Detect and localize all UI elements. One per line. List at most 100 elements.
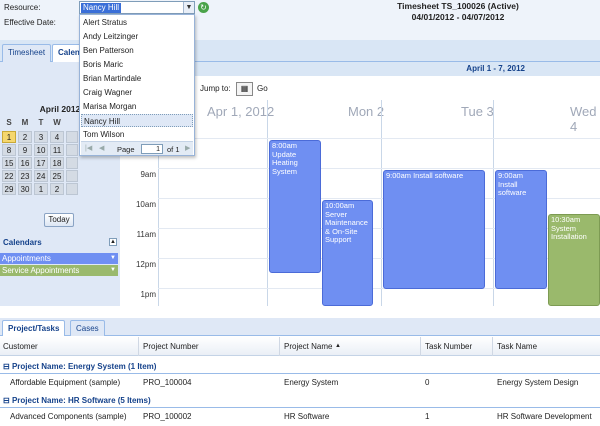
cell-task-name: HR Software Development (497, 412, 592, 421)
dropdown-item[interactable]: Alert Stratus (81, 16, 193, 29)
dropdown-item[interactable]: Andy Leitzinger (81, 30, 193, 43)
mini-calendar-day[interactable]: 30 (18, 183, 32, 195)
time-label: 1pm (140, 290, 156, 299)
cell-customer: Advanced Components (sample) (10, 412, 127, 421)
column-divider (267, 100, 268, 306)
collapse-icon[interactable]: ▲ (109, 238, 117, 246)
mini-calendar-day[interactable]: 15 (2, 157, 16, 169)
resource-label: Resource: (4, 3, 41, 12)
weekday-header: T (38, 118, 44, 127)
day-header-tue[interactable]: Tue 3 (461, 104, 494, 119)
mini-calendar-day[interactable] (66, 183, 78, 195)
column-header-project-number[interactable]: Project Number (143, 342, 199, 351)
tab-timesheet[interactable]: Timesheet (2, 44, 52, 62)
mini-calendar-day[interactable] (66, 144, 78, 156)
collapse-icon[interactable]: ⊟ (3, 396, 12, 405)
event-update-heating-system[interactable]: 8:00am Update Heating System (269, 140, 321, 273)
mini-calendar-day[interactable]: 9 (18, 144, 32, 156)
day-header-mon[interactable]: Mon 2 (348, 104, 384, 119)
date-picker-icon[interactable]: ▦ (236, 82, 253, 96)
resource-select-value: Nancy Hill (81, 3, 122, 13)
resource-select[interactable]: Nancy Hill ▼ (79, 1, 195, 14)
tab-project-tasks[interactable]: Project/Tasks (2, 320, 66, 336)
bottom-tabstrip: Project/Tasks Cases (0, 318, 600, 336)
cell-task-number: 1 (425, 412, 430, 421)
mini-calendar-day[interactable] (66, 131, 78, 143)
dropdown-item[interactable]: Tom Wilson (81, 128, 193, 141)
cell-customer: Affordable Equipment (sample) (10, 378, 121, 387)
mini-calendar-day[interactable]: 11 (50, 144, 64, 156)
first-page-icon[interactable]: |◀ (85, 144, 93, 153)
column-header-task-name[interactable]: Task Name (497, 342, 537, 351)
mini-calendar-day[interactable]: 8 (2, 144, 16, 156)
calendar-item-service-appointments[interactable]: Service Appointments ▼ (0, 265, 118, 276)
hour-line (158, 138, 600, 139)
mini-calendar-day[interactable]: 2 (50, 183, 64, 195)
mini-calendar-day[interactable]: 1 (34, 183, 48, 195)
weekday-header: S (6, 118, 12, 127)
dropdown-item[interactable]: Craig Wagner (81, 86, 193, 99)
chevron-down-icon[interactable]: ▼ (183, 2, 194, 13)
group-row-energy-system[interactable]: ⊟ Project Name: Energy System (1 Item) (0, 360, 600, 374)
day-header-sun[interactable]: Apr 1, 2012 (207, 104, 274, 119)
mini-calendar-day[interactable]: 29 (2, 183, 16, 195)
dropdown-item-selected[interactable]: Nancy Hill (81, 114, 193, 127)
time-label: 11am (136, 230, 156, 239)
sort-ascending-icon: ▲ (335, 343, 341, 349)
event-install-software[interactable]: 9:00am Install software (495, 170, 547, 289)
grid-header: Customer Project Number Project Name ▲ T… (0, 337, 600, 356)
chevron-down-icon[interactable]: ▼ (110, 265, 116, 276)
column-separator (138, 337, 139, 356)
mini-calendar-day[interactable]: 18 (50, 157, 64, 169)
dropdown-pager: |◀ ◀ Page 1 of 1 ▶ (81, 141, 193, 155)
cell-task-number: 0 (425, 378, 430, 387)
tab-cases[interactable]: Cases (70, 320, 105, 336)
group-row-hr-software[interactable]: ⊟ Project Name: HR Software (5 Items) (0, 394, 600, 408)
column-header-task-number[interactable]: Task Number (425, 342, 472, 351)
event-server-maintenance[interactable]: 10:00am Server Maintenance & On-Site Sup… (322, 200, 373, 306)
dropdown-item[interactable]: Brian Martindale (81, 72, 193, 85)
collapse-icon[interactable]: ⊟ (3, 362, 12, 371)
mini-calendar-day[interactable]: 25 (50, 170, 64, 182)
mini-calendar-day[interactable]: 17 (34, 157, 48, 169)
mini-calendar-day[interactable]: 22 (2, 170, 16, 182)
column-divider (381, 100, 382, 306)
table-row[interactable]: Affordable Equipment (sample) PRO_100004… (0, 376, 600, 390)
timesheet-title: Timesheet TS_100026 (Active) (397, 1, 519, 11)
mini-calendar-day[interactable]: 24 (34, 170, 48, 182)
calendar-item-appointments[interactable]: Appointments ▼ (0, 253, 118, 264)
dropdown-item[interactable]: Ben Patterson (81, 44, 193, 57)
mini-calendar-day[interactable] (66, 157, 78, 169)
mini-calendar-day[interactable]: 3 (34, 131, 48, 143)
mini-calendar-day[interactable] (66, 170, 78, 182)
event-install-software[interactable]: 9:00am Install software (383, 170, 485, 289)
dropdown-item[interactable]: Marisa Morgan (81, 100, 193, 113)
dropdown-item[interactable]: Boris Maric (81, 58, 193, 71)
column-header-customer[interactable]: Customer (3, 342, 38, 351)
weekday-header: W (53, 118, 61, 127)
table-row[interactable]: Advanced Components (sample) PRO_100002 … (0, 410, 600, 424)
mini-calendar-day[interactable]: 10 (34, 144, 48, 156)
mini-calendar-day[interactable]: 16 (18, 157, 32, 169)
column-separator (279, 337, 280, 356)
jump-to-label: Jump to: (200, 84, 231, 93)
column-header-project-name[interactable]: Project Name (284, 342, 332, 351)
refresh-icon[interactable]: ↻ (198, 2, 209, 13)
chevron-down-icon[interactable]: ▼ (110, 253, 116, 264)
time-label: 9am (140, 170, 156, 179)
prev-page-icon[interactable]: ◀ (99, 144, 107, 153)
page-input[interactable]: 1 (141, 144, 163, 154)
cell-project-name: HR Software (284, 412, 330, 421)
mini-calendar-day[interactable]: 23 (18, 170, 32, 182)
mini-calendar-day[interactable]: 1 (2, 131, 16, 143)
day-header-wed[interactable]: Wed 4 (570, 104, 600, 134)
event-system-installation[interactable]: 10:30am System Installation (548, 214, 600, 306)
tab-calendar[interactable]: Calen (52, 44, 82, 62)
mini-calendar-day[interactable]: 2 (18, 131, 32, 143)
calendar-item-label: Appointments (2, 254, 51, 263)
mini-calendar-day[interactable]: 4 (50, 131, 64, 143)
column-divider (493, 100, 494, 306)
next-page-icon[interactable]: ▶ (185, 144, 193, 153)
go-button[interactable]: Go (257, 84, 268, 93)
today-button[interactable]: Today (44, 213, 74, 227)
